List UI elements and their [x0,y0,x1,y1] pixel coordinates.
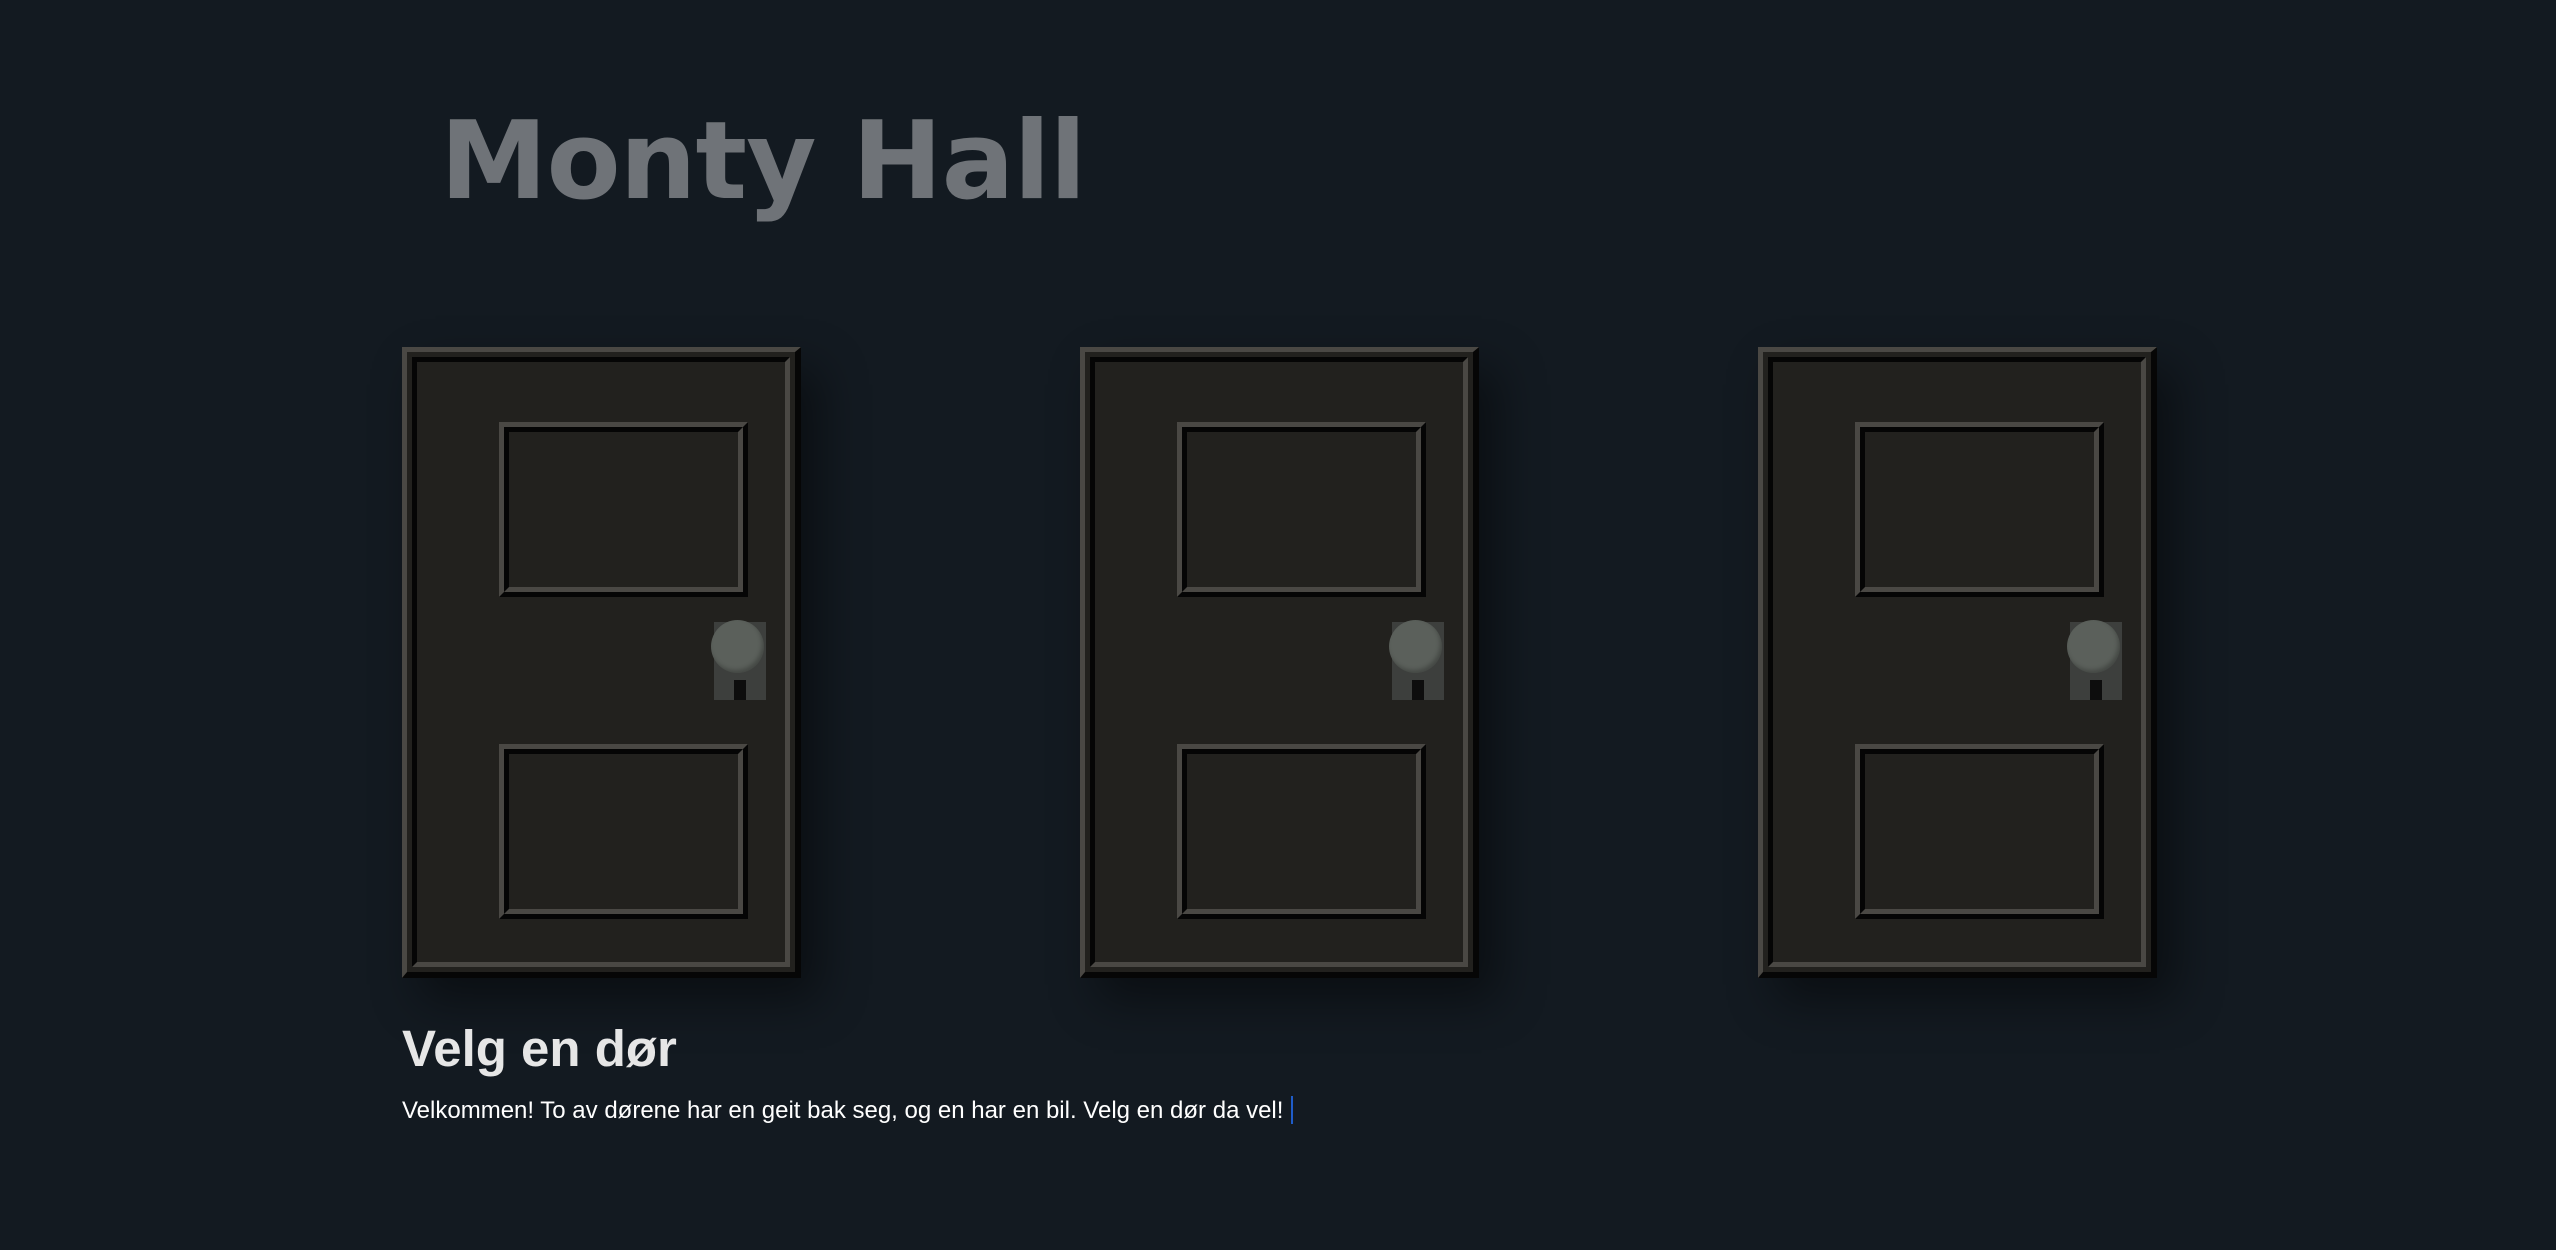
status-heading: Velg en dør [402,1020,677,1077]
door-panel-top [1177,422,1426,597]
status-message: Velkommen! To av dørene har en geit bak … [402,1097,1284,1124]
door-frame [412,357,790,967]
page-title: Monty Hall [440,99,1086,224]
door-panel-bottom [499,744,748,919]
door-1[interactable] [402,347,801,978]
door-panel-top [499,422,748,597]
door-2[interactable] [1080,347,1479,978]
door-knob-icon [1389,620,1442,673]
text-cursor [1291,1096,1294,1124]
door-panel-bottom [1177,744,1426,919]
status-message-line: Velkommen! To av dørene har en geit bak … [402,1096,1294,1126]
keyhole-icon [734,680,746,700]
door-knob-icon [711,620,764,673]
door-panel-top [1855,422,2104,597]
door-frame [1768,357,2146,967]
door-3[interactable] [1758,347,2157,978]
keyhole-icon [2090,680,2102,700]
keyhole-icon [1412,680,1424,700]
door-panel-bottom [1855,744,2104,919]
door-knob-icon [2067,620,2120,673]
door-frame [1090,357,1468,967]
